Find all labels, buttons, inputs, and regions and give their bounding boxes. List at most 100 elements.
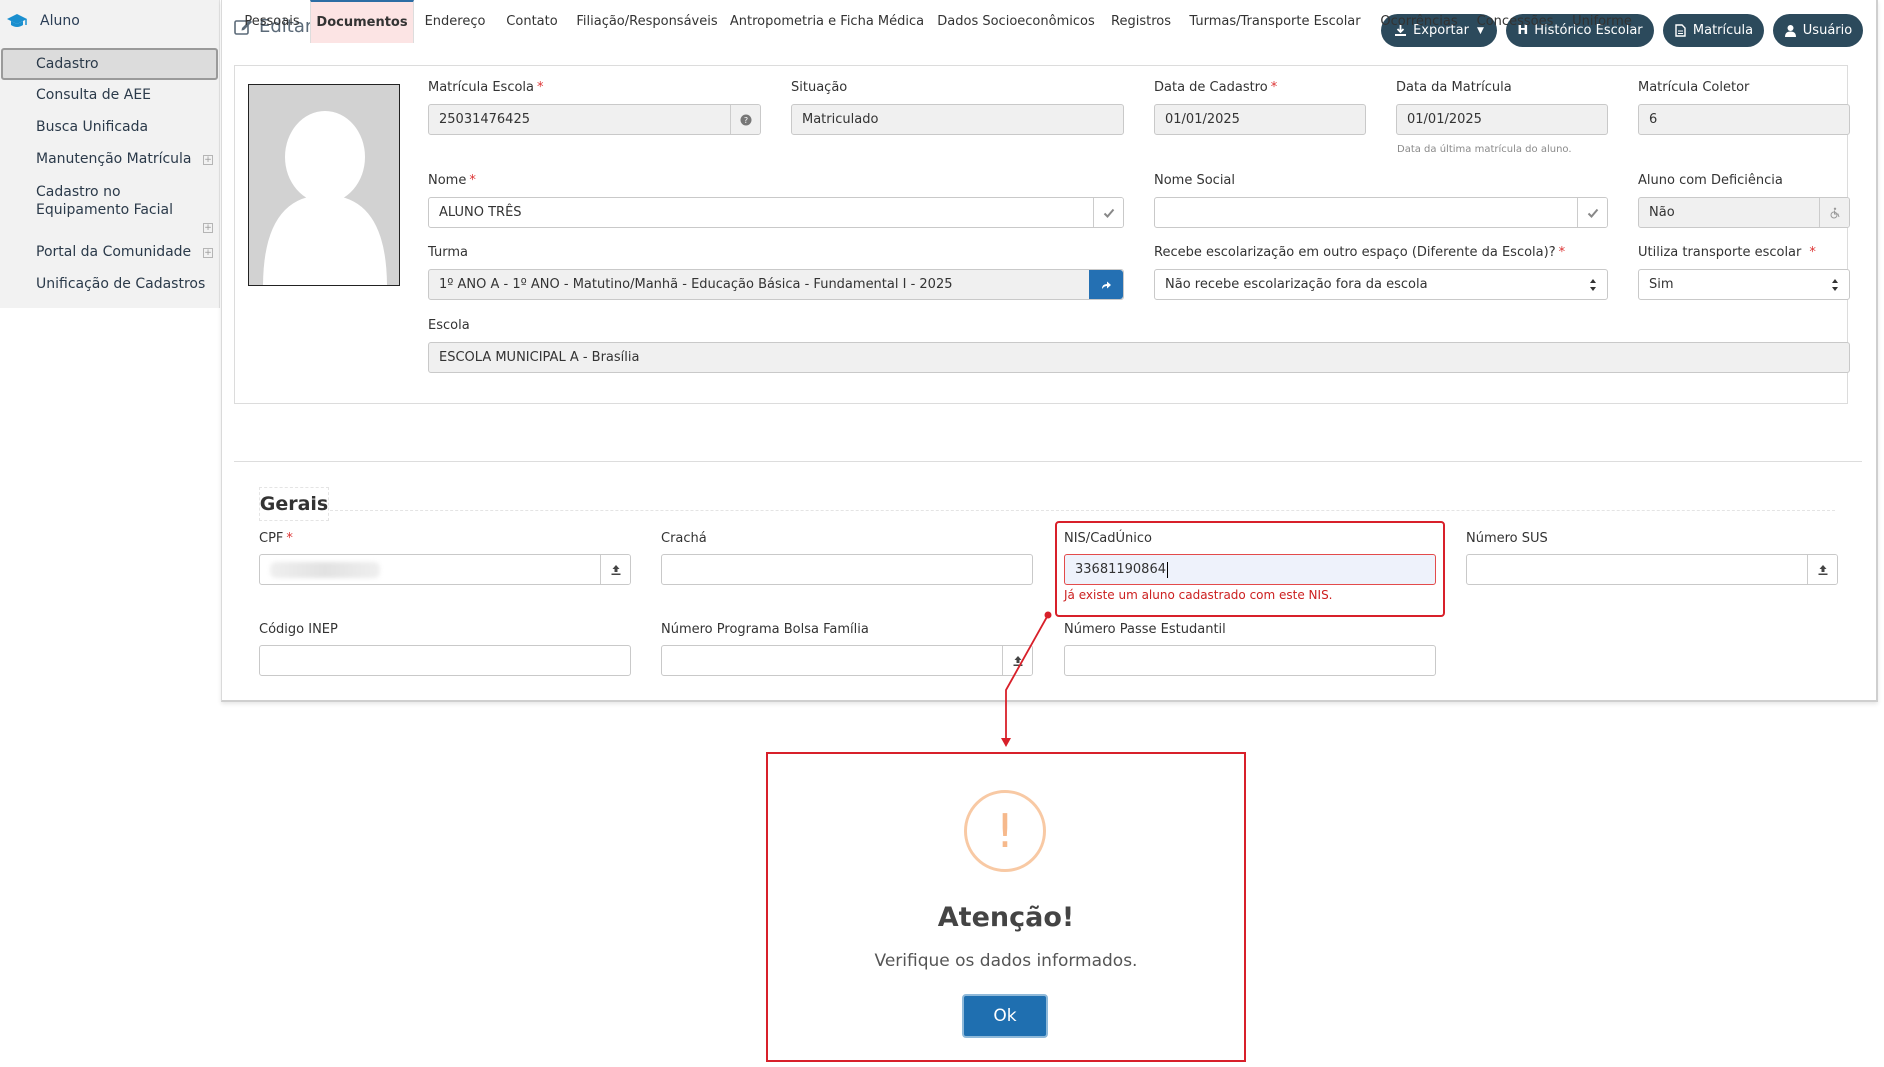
situacao-label: Situação [791, 80, 848, 95]
cracha-field[interactable] [661, 554, 1033, 585]
ok-button[interactable]: Ok [962, 994, 1048, 1038]
sidebar-item-label: Cadastro [36, 56, 99, 72]
select-arrows-icon [1590, 279, 1596, 291]
user-icon [1784, 25, 1796, 37]
section-divider [330, 510, 1835, 511]
graduation-cap-icon [7, 14, 27, 27]
situacao-field: Matriculado [791, 104, 1124, 135]
matricula-coletor-value: 6 [1649, 112, 1658, 127]
tab-antropometria[interactable]: Antropometria e Ficha Médica [726, 0, 928, 42]
usuario-label: Usuário [1802, 23, 1853, 38]
tab-concessoes[interactable]: Concessões [1468, 0, 1562, 42]
dialog-title: Atenção! [937, 902, 1075, 933]
tab-ocorrencias[interactable]: Ocorrências [1372, 0, 1466, 42]
deficiencia-field: Não [1638, 197, 1850, 228]
student-photo[interactable] [248, 84, 400, 286]
tab-pessoais[interactable]: Pessoais [236, 0, 308, 42]
nome-social-field[interactable] [1154, 197, 1608, 228]
data-cadastro-field[interactable]: 01/01/2025 [1154, 104, 1366, 135]
share-arrow-icon[interactable] [1089, 270, 1123, 299]
sidebar-item-manutencao-matricula[interactable]: Manutenção Matrícula + [0, 151, 220, 167]
dialog-message: Verifique os dados informados. [874, 951, 1138, 971]
tab-socioeconomicos[interactable]: Dados Socioeconômicos [930, 0, 1102, 42]
usuario-button[interactable]: Usuário [1773, 14, 1863, 47]
tab-filiacao[interactable]: Filiação/Responsáveis [570, 0, 724, 42]
tab-endereco[interactable]: Endereço [416, 0, 494, 42]
sidebar-item-cadastro-equipamento-facial[interactable]: Cadastro no Equipamento Facial [0, 183, 200, 219]
data-matricula-label: Data da Matrícula [1396, 80, 1512, 95]
tab-turmas-transporte[interactable]: Turmas/Transporte Escolar [1180, 0, 1370, 42]
nis-label: NIS/CadÚnico [1064, 531, 1152, 546]
sidebar: Aluno − Cadastro Consulta de AEE Busca U… [0, 0, 220, 308]
sidebar-item-portal-comunidade[interactable]: Portal da Comunidade + [0, 244, 220, 260]
matricula-label: Matrícula [1692, 23, 1754, 38]
matricula-coletor-field: 6 [1638, 104, 1850, 135]
nome-value: ALUNO TRÊS [439, 205, 522, 220]
data-matricula-help: Data da última matrícula do aluno. [1397, 144, 1572, 155]
passe-estudantil-label: Número Passe Estudantil [1064, 622, 1226, 637]
matricula-escola-value: 25031476425 [439, 112, 530, 127]
matricula-coletor-label: Matrícula Coletor [1638, 80, 1750, 95]
nis-value: 33681190864 [1075, 562, 1166, 577]
nome-field[interactable]: ALUNO TRÊS [428, 197, 1124, 228]
expand-icon[interactable]: + [203, 248, 213, 258]
codigo-inep-field[interactable] [259, 645, 631, 676]
sidebar-item-label: Unificação de Cadastros [36, 276, 206, 292]
transporte-label: Utiliza transporte escolar * [1638, 245, 1816, 260]
check-icon [1577, 198, 1607, 227]
data-matricula-field[interactable]: 01/01/2025 [1396, 104, 1608, 135]
wheelchair-icon [1819, 198, 1849, 227]
svg-text:?: ? [743, 116, 747, 125]
matricula-escola-label: Matrícula Escola * [428, 80, 544, 95]
transporte-value: Sim [1649, 277, 1674, 292]
sidebar-item-label: Consulta de AEE [36, 87, 152, 103]
tab-documentos[interactable]: Documentos [310, 0, 414, 43]
data-cadastro-value: 01/01/2025 [1165, 112, 1240, 127]
matricula-button[interactable]: Matrícula [1663, 14, 1764, 47]
check-icon [1093, 198, 1123, 227]
passe-estudantil-field[interactable] [1064, 645, 1436, 676]
deficiencia-value: Não [1649, 205, 1675, 220]
document-icon [1675, 24, 1686, 37]
cpf-label: CPF * [259, 531, 293, 546]
upload-icon[interactable] [1002, 646, 1032, 675]
expand-icon[interactable]: + [203, 223, 213, 233]
numero-sus-field[interactable] [1466, 554, 1838, 585]
matricula-escola-field[interactable]: 25031476425 ? [428, 104, 761, 135]
tab-contato[interactable]: Contato [496, 0, 568, 42]
upload-icon[interactable] [1807, 555, 1837, 584]
sidebar-title: Aluno [40, 13, 80, 29]
sidebar-item-cadastro[interactable]: Cadastro [1, 48, 218, 80]
turma-field[interactable]: 1º ANO A - 1º ANO - Matutino/Manhã - Edu… [428, 269, 1124, 300]
nome-social-label: Nome Social [1154, 173, 1236, 188]
upload-icon[interactable] [600, 555, 630, 584]
sidebar-header[interactable]: Aluno [0, 0, 219, 42]
expand-icon[interactable]: + [203, 155, 213, 165]
help-icon[interactable]: ? [730, 105, 760, 134]
warning-icon: ! [964, 790, 1046, 872]
sidebar-item-unificacao-cadastros[interactable]: Unificação de Cadastros [0, 276, 220, 292]
tab-bar [234, 420, 1862, 462]
tab-uniforme[interactable]: Uniforme [1564, 0, 1640, 42]
cpf-field[interactable] [259, 554, 631, 585]
escolarizacao-select[interactable]: Não recebe escolarização fora da escola [1154, 269, 1608, 300]
sidebar-item-label: Manutenção Matrícula [36, 151, 192, 167]
escola-field: ESCOLA MUNICIPAL A - Brasília [428, 342, 1850, 373]
nis-error-message: Já existe um aluno cadastrado com este N… [1064, 588, 1333, 602]
transporte-select[interactable]: Sim [1638, 269, 1850, 300]
avatar-placeholder-icon [249, 85, 399, 285]
numero-sus-label: Número SUS [1466, 531, 1548, 546]
sidebar-item-busca-unificada[interactable]: Busca Unificada [0, 119, 220, 135]
codigo-inep-label: Código INEP [259, 622, 338, 637]
sidebar-item-label: Cadastro no Equipamento Facial [36, 184, 173, 218]
cpf-blurred-value [270, 561, 380, 578]
nis-field[interactable]: 33681190864 [1064, 554, 1436, 585]
sidebar-item-label: Portal da Comunidade [36, 244, 192, 260]
sidebar-item-label: Busca Unificada [36, 119, 149, 135]
tab-registros[interactable]: Registros [1104, 0, 1178, 42]
escolarizacao-label: Recebe escolarização em outro espaço (Di… [1154, 245, 1566, 260]
sidebar-item-consulta-aee[interactable]: Consulta de AEE [0, 87, 220, 103]
bolsa-familia-field[interactable] [661, 645, 1033, 676]
escola-value: ESCOLA MUNICIPAL A - Brasília [439, 350, 640, 365]
text-cursor [1166, 561, 1168, 578]
